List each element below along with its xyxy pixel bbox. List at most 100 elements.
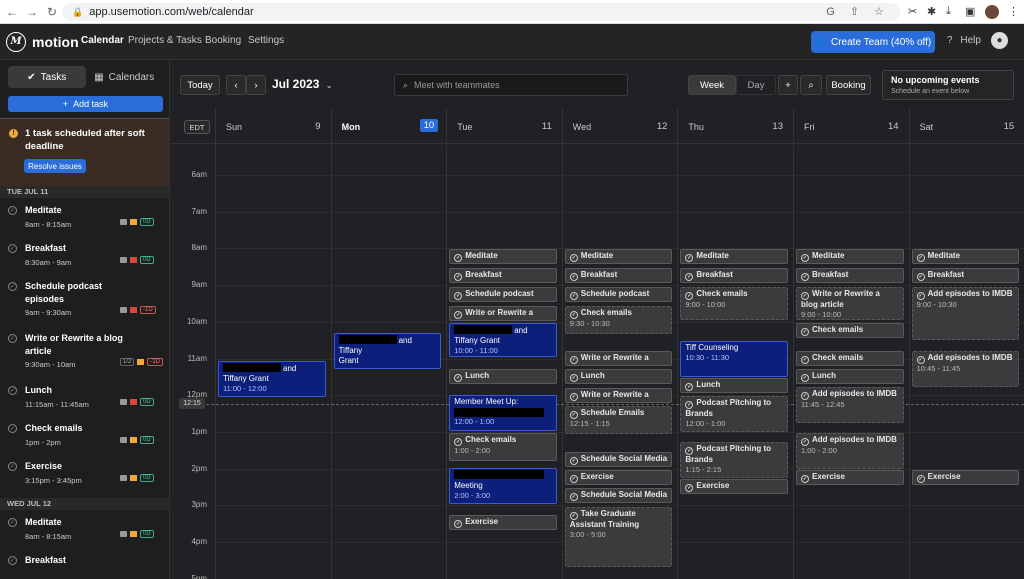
nav-booking[interactable]: Booking — [205, 35, 241, 46]
task-event[interactable]: ✓ Schedule Social Media — [564, 452, 673, 467]
nav-projects-tasks[interactable]: Projects & Tasks — [128, 35, 202, 46]
tab-calendars[interactable]: ▦ Calendars — [86, 66, 164, 88]
task-event[interactable]: ✓ Check emails 1:00 - 2:00 — [449, 433, 557, 461]
calendar-event[interactable]: and Tiffany Grant 10:00 - 11:00 — [449, 323, 557, 357]
task-event[interactable]: ✓ Exercise — [796, 470, 904, 485]
task-event[interactable]: ✓ Exercise — [911, 470, 1020, 485]
search-input[interactable]: ⌕ Meet with teammates — [394, 74, 628, 96]
resolve-issues-button[interactable]: Resolve issues — [24, 159, 86, 173]
tab-tasks[interactable]: ✔ Tasks — [8, 66, 86, 88]
check-circle-icon[interactable]: ✓ — [685, 254, 694, 262]
task-event[interactable]: ✓ Podcast Pitching to Brands 1:15 - 2:15 — [680, 442, 788, 478]
download-icon[interactable]: ⤓ — [946, 5, 951, 18]
check-circle-icon[interactable]: ✓ — [454, 292, 463, 300]
puzzle-icon[interactable]: ✱ — [927, 5, 936, 18]
menu-icon[interactable]: ⋮ — [1008, 5, 1019, 18]
check-circle-icon[interactable]: ✓ — [8, 462, 17, 471]
task-event[interactable]: ✓ Add episodes to IMDB 9:00 - 10:30 — [911, 287, 1020, 340]
day-header-sun[interactable]: Sun 9 — [215, 108, 331, 144]
day-header-tue[interactable]: Tue 11 — [446, 108, 562, 144]
sidepanel-icon[interactable]: ▣ — [965, 5, 975, 18]
check-circle-icon[interactable]: ✓ — [685, 447, 694, 455]
task-event[interactable]: ✓Write or Rewrite a blog — [564, 388, 673, 403]
task-event[interactable]: ✓ Add episodes to IMDB 11:45 - 12:45 — [796, 387, 904, 423]
search-button[interactable]: ⌕ — [800, 75, 822, 95]
check-circle-icon[interactable]: ✓ — [569, 292, 578, 300]
reload-icon[interactable]: ↻ — [44, 5, 60, 19]
check-circle-icon[interactable]: ✓ — [801, 328, 809, 336]
calendar-event[interactable]: Member Meet Up: 12:00 - 1:00 — [449, 395, 557, 431]
check-circle-icon[interactable]: ✓ — [801, 292, 809, 300]
task-event[interactable]: ✓ Meditate — [796, 249, 904, 264]
timezone-button[interactable]: EDT — [184, 120, 210, 134]
check-circle-icon[interactable]: ✓ — [569, 512, 578, 520]
day-view-button[interactable]: Day — [736, 75, 776, 95]
add-task-button[interactable]: + Add task — [8, 96, 163, 112]
task-event[interactable]: ✓Schedule podcast episodes — [449, 287, 557, 302]
check-circle-icon[interactable]: ✓ — [454, 273, 463, 281]
task-event[interactable]: ✓Schedule podcast episodes — [564, 287, 673, 302]
back-icon[interactable]: ← — [4, 5, 20, 19]
calendar-event[interactable]: Meeting 2:00 - 3:00 — [449, 468, 557, 504]
next-week-button[interactable]: › — [246, 75, 266, 95]
check-circle-icon[interactable]: ✓ — [685, 292, 694, 300]
check-circle-icon[interactable]: ✓ — [8, 206, 17, 215]
profile-avatar[interactable] — [985, 5, 999, 19]
calendar-event[interactable]: and Tiffany Grant 11:00 - 12:00 — [218, 361, 326, 397]
task-event[interactable]: ✓ Breakfast — [564, 268, 673, 283]
day-header-fri[interactable]: Fri 14 — [793, 108, 909, 144]
check-circle-icon[interactable]: ✓ — [8, 556, 17, 565]
prev-week-button[interactable]: ‹ — [226, 75, 246, 95]
day-header-thu[interactable]: Thu 13 — [677, 108, 793, 144]
check-circle-icon[interactable]: ✓ — [8, 282, 17, 291]
task-event[interactable]: ✓ Breakfast — [449, 268, 557, 283]
check-circle-icon[interactable]: ✓ — [801, 254, 809, 262]
check-circle-icon[interactable]: ✓ — [569, 374, 578, 382]
forward-icon[interactable]: → — [24, 5, 40, 19]
check-circle-icon[interactable]: ✓ — [916, 475, 925, 483]
task-event[interactable]: ✓ Check emails 9:00 - 10:00 — [680, 287, 788, 320]
task-event[interactable]: ✓ Breakfast — [680, 268, 788, 283]
calendar-grid[interactable]: 6am 7am 8am 9am 10am 11am 12pm 1pm 2pm 3pm 4pm 5pm 1… — [171, 145, 1024, 579]
check-circle-icon[interactable]: ✓ — [454, 520, 463, 528]
booking-button[interactable]: Booking — [826, 75, 871, 95]
check-circle-icon[interactable]: ✓ — [801, 392, 809, 400]
task-event[interactable]: ✓ Lunch — [680, 378, 788, 393]
address-bar[interactable]: 🔒 app.usemotion.com/web/calendar G ⇧ ☆ — [62, 3, 900, 21]
check-circle-icon[interactable]: ✓ — [569, 273, 578, 281]
task-event[interactable]: ✓ Check emails 9:30 - 10:30 — [564, 306, 673, 334]
task-event[interactable]: ✓ Write or Rewrite a blog article 9:00 - 1… — [796, 287, 904, 320]
task-event[interactable]: ✓ Breakfast — [911, 268, 1020, 283]
check-circle-icon[interactable]: ✓ — [454, 374, 463, 382]
calendar-event[interactable]: Tiff Counseling 10:30 - 11:30 — [680, 341, 788, 377]
task-event[interactable]: ✓ Meditate — [564, 249, 673, 264]
task-event[interactable]: ✓ Meditate — [680, 249, 788, 264]
nav-settings[interactable]: Settings — [248, 35, 284, 46]
create-team-button[interactable]: 👤 Create Team (40% off) — [811, 31, 935, 53]
day-header-wed[interactable]: Wed 12 — [561, 108, 678, 144]
task-event[interactable]: ✓ Take Graduate Assistant Training 3:00 - … — [564, 507, 673, 567]
check-circle-icon[interactable]: ✓ — [8, 518, 17, 527]
nav-calendar[interactable]: Calendar — [81, 35, 124, 46]
check-circle-icon[interactable]: ✓ — [916, 273, 925, 281]
check-circle-icon[interactable]: ✓ — [801, 438, 809, 446]
calendar-event[interactable]: and TiffanyGrant10:15 - 11:15 — [333, 333, 442, 369]
extension-icon[interactable]: ✂ — [908, 5, 917, 18]
check-circle-icon[interactable]: ✓ — [8, 386, 17, 395]
task-event[interactable]: ✓ Meditate — [449, 249, 557, 264]
task-event[interactable]: ✓ Breakfast — [796, 268, 904, 283]
task-event[interactable]: ✓ Schedule Emails 12:15 - 1:15 — [564, 406, 673, 434]
task-event[interactable]: ✓Write or Rewrite a blog — [449, 306, 557, 321]
check-circle-icon[interactable]: ✓ — [801, 356, 809, 364]
check-circle-icon[interactable]: ✓ — [685, 401, 694, 409]
day-header-mon[interactable]: Mon 10 — [330, 108, 447, 144]
check-circle-icon[interactable]: ✓ — [916, 292, 925, 300]
add-event-button[interactable]: + — [778, 75, 798, 95]
task-event[interactable]: ✓ Lunch — [449, 369, 557, 384]
check-circle-icon[interactable]: ✓ — [569, 356, 578, 364]
day-header-sat[interactable]: Sat 15 — [908, 108, 1024, 144]
check-circle-icon[interactable]: ✓ — [569, 475, 578, 483]
check-circle-icon[interactable]: ✓ — [569, 457, 578, 465]
task-event[interactable]: ✓ Add episodes to IMDB 1:00 - 2:00 — [796, 433, 904, 469]
check-circle-icon[interactable]: ✓ — [569, 411, 578, 419]
